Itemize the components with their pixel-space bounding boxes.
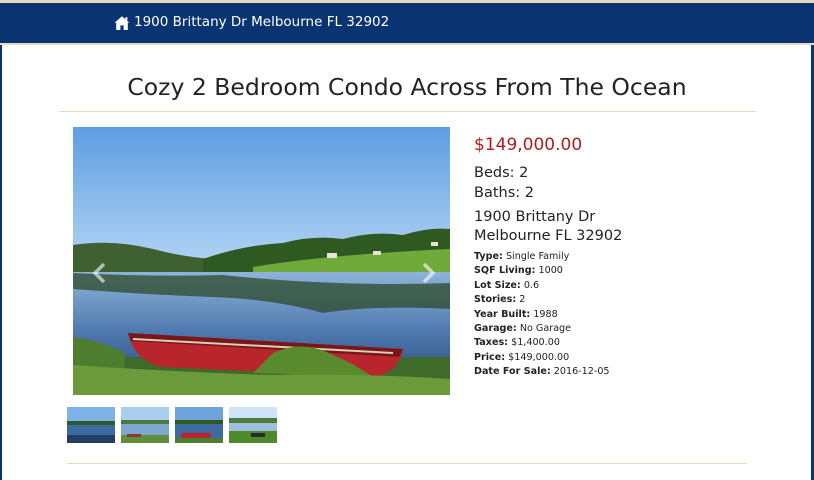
main-photo[interactable]	[73, 127, 450, 395]
chevron-right-icon[interactable]	[418, 262, 438, 284]
gallery-thumbnail[interactable]	[229, 407, 277, 443]
page-frame-left	[0, 45, 2, 480]
baths-count: Baths: 2	[474, 185, 534, 201]
fact-year-built: Year Built: 1988	[474, 308, 558, 320]
section-divider	[67, 463, 747, 464]
fact-date-for-sale: Date For Sale: 2016-12-05	[474, 366, 610, 378]
header-address[interactable]: 1900 Brittany Dr Melbourne FL 32902	[134, 14, 389, 30]
fact-stories: Stories: 2	[474, 294, 526, 306]
title-divider	[59, 111, 756, 112]
fact-lot-size: Lot Size: 0.6	[474, 279, 540, 291]
chevron-left-icon[interactable]	[90, 262, 110, 284]
gallery-thumbnail[interactable]	[67, 407, 115, 443]
fact-garage: Garage: No Garage	[474, 323, 572, 334]
site-header: 1900 Brittany Dr Melbourne FL 32902	[0, 3, 814, 43]
fact-taxes: Taxes: $1,400.00	[474, 337, 560, 349]
beds-count: Beds: 2	[474, 165, 529, 181]
header-divider	[0, 43, 814, 45]
gallery-thumbnail[interactable]	[121, 407, 169, 443]
address-line-2: Melbourne FL 32902	[474, 228, 623, 244]
fact-sqf-living: SQF Living: 1000	[474, 265, 563, 277]
listing-price: $149,000.00	[474, 135, 583, 155]
fact-price: Price: $149,000.00	[474, 351, 570, 363]
home-icon[interactable]	[114, 15, 130, 31]
gallery-thumbnail[interactable]	[175, 407, 223, 443]
listing-title: Cozy 2 Bedroom Condo Across From The Oce…	[127, 73, 687, 101]
fact-type: Type: Single Family	[474, 251, 570, 262]
address-line-1: 1900 Brittany Dr	[474, 209, 596, 225]
